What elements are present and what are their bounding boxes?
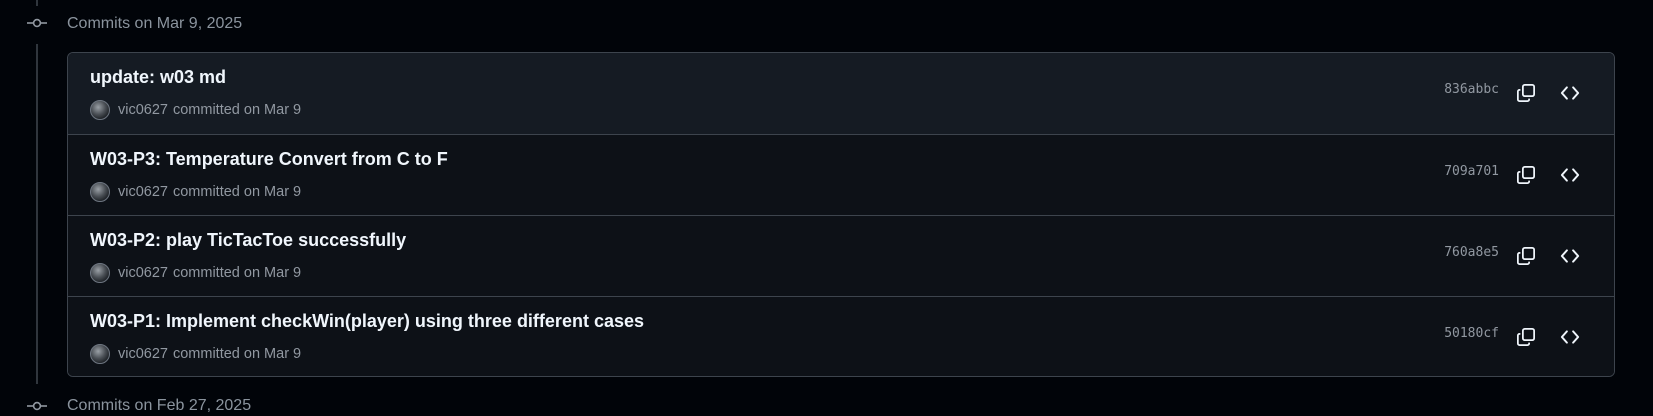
copy-sha-button[interactable] — [1512, 161, 1540, 189]
avatar[interactable] — [90, 344, 110, 364]
commit-row: W03-P1: Implement checkWin(player) using… — [68, 296, 1614, 376]
commit-title-link[interactable]: update: w03 md — [90, 67, 226, 88]
commit-date: committed on Mar 9 — [172, 346, 302, 362]
commit-date: committed on Mar 9 — [172, 184, 302, 200]
commit-group-header: Commits on Mar 9, 2025 — [67, 15, 243, 32]
copy-icon — [1517, 328, 1535, 346]
copy-sha-button[interactable] — [1512, 323, 1540, 351]
commit-timeline: Commits on Mar 9, 2025 update: w03 md vi… — [0, 0, 1653, 414]
avatar[interactable] — [90, 263, 110, 283]
commit-meta: vic0627 committed on Mar 9 — [90, 99, 301, 121]
copy-sha-button[interactable] — [1512, 79, 1540, 107]
commit-row: update: w03 md vic0627 committed on Mar … — [68, 53, 1614, 134]
browse-repo-button[interactable] — [1556, 323, 1584, 351]
commit-group-header: Commits on Feb 27, 2025 — [67, 397, 252, 414]
commit-meta: vic0627 committed on Mar 9 — [90, 343, 301, 365]
commit-sha-link[interactable]: 709a701 — [1444, 164, 1499, 179]
browse-repo-button[interactable] — [1556, 161, 1584, 189]
author-link[interactable]: vic0627 — [118, 265, 168, 281]
copy-icon — [1517, 247, 1535, 265]
commit-title-link[interactable]: W03-P1: Implement checkWin(player) using… — [90, 311, 644, 332]
code-icon — [1560, 249, 1580, 263]
commit-list: update: w03 md vic0627 committed on Mar … — [67, 52, 1615, 377]
code-icon — [1560, 86, 1580, 100]
author-link[interactable]: vic0627 — [118, 346, 168, 362]
commit-date: committed on Mar 9 — [172, 265, 302, 281]
commit-meta: vic0627 committed on Mar 9 — [90, 262, 301, 284]
commit-sha-link[interactable]: 50180cf — [1444, 326, 1499, 341]
timeline-line — [36, 44, 38, 384]
git-commit-icon — [27, 401, 47, 411]
code-icon — [1560, 330, 1580, 344]
avatar[interactable] — [90, 182, 110, 202]
commit-title-link[interactable]: W03-P2: play TicTacToe successfully — [90, 230, 406, 251]
commit-meta: vic0627 committed on Mar 9 — [90, 181, 301, 203]
commit-date: committed on Mar 9 — [172, 102, 302, 118]
copy-icon — [1517, 84, 1535, 102]
browse-repo-button[interactable] — [1556, 79, 1584, 107]
copy-sha-button[interactable] — [1512, 242, 1540, 270]
timeline-line — [36, 0, 38, 6]
commit-row: W03-P3: Temperature Convert from C to F … — [68, 134, 1614, 215]
commit-sha-link[interactable]: 836abbc — [1444, 82, 1499, 97]
commit-row: W03-P2: play TicTacToe successfully vic0… — [68, 215, 1614, 296]
copy-icon — [1517, 166, 1535, 184]
commit-title-link[interactable]: W03-P3: Temperature Convert from C to F — [90, 149, 448, 170]
git-commit-icon — [27, 18, 47, 28]
browse-repo-button[interactable] — [1556, 242, 1584, 270]
commit-sha-link[interactable]: 760a8e5 — [1444, 245, 1499, 260]
author-link[interactable]: vic0627 — [118, 184, 168, 200]
avatar[interactable] — [90, 100, 110, 120]
author-link[interactable]: vic0627 — [118, 102, 168, 118]
code-icon — [1560, 168, 1580, 182]
